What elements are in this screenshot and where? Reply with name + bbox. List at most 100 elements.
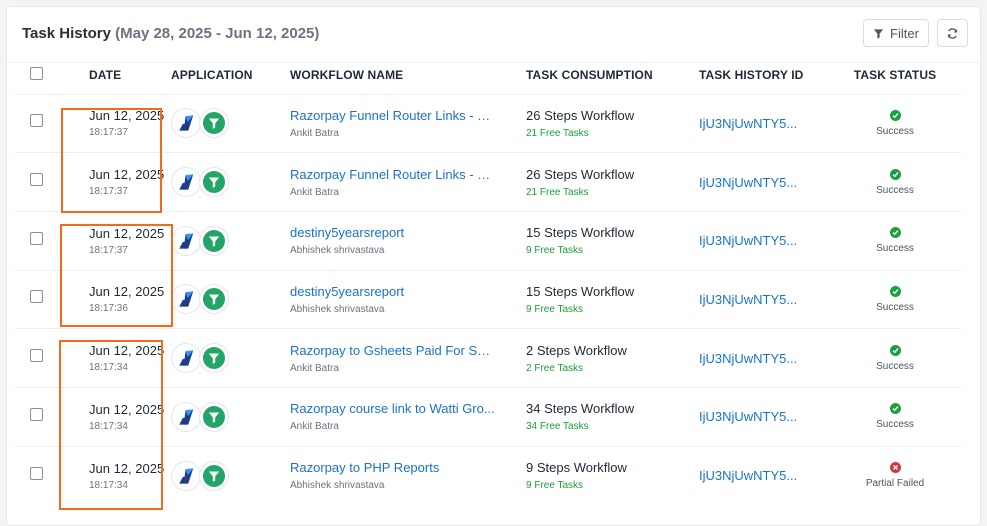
steps-text: 15 Steps Workflow (526, 283, 635, 299)
table-row[interactable]: Jun 12, 2025 18:17:34 Razorpay to PHP Re… (15, 445, 961, 505)
row-checkbox-cell (15, 386, 52, 447)
date-cell: Jun 12, 2025 18:17:34 (52, 445, 171, 505)
workflow-cell: destiny5yearsreport Abhishek shrivastava (290, 210, 526, 271)
col-header-date[interactable]: DATE (52, 56, 171, 94)
status-badge: Success (829, 109, 961, 137)
date-text: Jun 12, 2025 (89, 343, 165, 359)
status-badge: Success (829, 403, 961, 430)
steps-text: 34 Steps Workflow (526, 401, 635, 417)
col-header-task-consumption[interactable]: TASK CONSUMPTION (526, 56, 699, 94)
workflow-name-link[interactable]: destiny5yearsreport (290, 284, 495, 299)
workflow-cell: Razorpay to PHP Reports Abhishek shrivas… (290, 445, 526, 505)
row-checkbox[interactable] (30, 349, 43, 363)
free-tasks-text: 9 Free Tasks (526, 245, 584, 257)
status-text: Success (876, 419, 914, 431)
table-row[interactable]: Jun 12, 2025 18:17:34 Razorpay course li… (15, 386, 961, 447)
task-history-id-link[interactable]: IjU3NjUwNTY5... (699, 116, 829, 131)
task-consumption-cell: 26 Steps Workflow 21 Free Tasks (526, 152, 699, 212)
check-circle-icon (889, 344, 901, 356)
task-history-id-cell: IjU3NjUwNTY5... (699, 93, 829, 153)
time-text: 18:17:36 (89, 303, 128, 315)
title-text: Task History (22, 25, 111, 42)
table-row[interactable]: Jun 12, 2025 18:17:37 Razorpay Funnel Ro… (15, 152, 961, 212)
time-text: 18:17:34 (89, 479, 128, 491)
workflow-name-link[interactable]: destiny5yearsreport (290, 225, 495, 240)
table-row[interactable]: Jun 12, 2025 18:17:36 destiny5yearsrepor… (15, 269, 961, 329)
col-header-application[interactable]: APPLICATION (171, 56, 290, 94)
filter-app-icon (199, 343, 229, 374)
status-badge: Success (829, 227, 961, 254)
workflow-name-link[interactable]: Razorpay course link to Watti Gro... (290, 401, 495, 416)
time-text: 18:17:34 (89, 362, 128, 374)
application-cell (171, 445, 290, 505)
row-checkbox-cell (15, 93, 52, 153)
application-cell (171, 210, 290, 271)
task-history-id-link[interactable]: IjU3NjUwNTY5... (699, 292, 829, 307)
workflow-name-link[interactable]: Razorpay to Gsheets Paid For Sho... (290, 343, 495, 358)
free-tasks-text: 34 Free Tasks (526, 421, 589, 433)
row-checkbox[interactable] (30, 114, 43, 128)
steps-text: 2 Steps Workflow (526, 342, 627, 358)
workflow-owner: Ankit Batra (290, 362, 339, 374)
row-checkbox[interactable] (30, 466, 43, 480)
task-status-cell: Success (829, 152, 961, 212)
table-row[interactable]: Jun 12, 2025 18:17:37 Razorpay Funnel Ro… (15, 93, 961, 153)
application-icons (171, 343, 290, 374)
check-circle-icon (889, 168, 901, 180)
task-history-id-link[interactable]: IjU3NjUwNTY5... (699, 468, 829, 483)
filter-icon (873, 28, 884, 39)
date-text: Jun 12, 2025 (89, 225, 165, 241)
filter-button[interactable]: Filter (863, 19, 929, 47)
row-checkbox[interactable] (30, 290, 43, 304)
refresh-button[interactable] (937, 19, 968, 47)
row-checkbox-cell (15, 445, 52, 505)
date-text: Jun 12, 2025 (89, 460, 165, 476)
table-row[interactable]: Jun 12, 2025 18:17:34 Razorpay to Gsheet… (15, 328, 961, 388)
date-text: Jun 12, 2025 (89, 108, 165, 124)
status-text: Success (876, 243, 914, 255)
application-icons (171, 108, 290, 139)
task-history-id-link[interactable]: IjU3NjUwNTY5... (699, 175, 829, 190)
row-checkbox[interactable] (30, 407, 43, 421)
razorpay-icon (171, 343, 201, 374)
date-cell: Jun 12, 2025 18:17:34 (52, 328, 171, 388)
steps-text: 9 Steps Workflow (526, 460, 627, 476)
workflow-name-link[interactable]: Razorpay Funnel Router Links - Ge... (290, 167, 495, 182)
col-header-task-history-id[interactable]: TASK HISTORY ID (699, 56, 829, 94)
select-all-checkbox[interactable] (30, 66, 43, 80)
workflow-cell: Razorpay to Gsheets Paid For Sho... Anki… (290, 328, 526, 388)
check-circle-icon (889, 109, 901, 121)
application-cell (171, 152, 290, 212)
table-header-row: DATE APPLICATION WORKFLOW NAME TASK CONS… (15, 56, 961, 94)
task-history-id-link[interactable]: IjU3NjUwNTY5... (699, 409, 829, 424)
task-history-id-cell: IjU3NjUwNTY5... (699, 328, 829, 388)
row-checkbox[interactable] (30, 173, 43, 187)
task-consumption-cell: 2 Steps Workflow 2 Free Tasks (526, 328, 699, 388)
task-status-cell: Success (829, 269, 961, 329)
steps-text: 15 Steps Workflow (526, 225, 635, 241)
task-status-cell: Success (829, 93, 961, 153)
status-badge: Success (829, 344, 961, 372)
row-checkbox-cell (15, 269, 52, 329)
task-history-table: DATE APPLICATION WORKFLOW NAME TASK CONS… (15, 56, 961, 505)
col-header-workflow-name[interactable]: WORKFLOW NAME (290, 56, 526, 94)
workflow-name-link[interactable]: Razorpay to PHP Reports (290, 460, 495, 475)
date-cell: Jun 12, 2025 18:17:34 (52, 386, 171, 447)
task-history-id-cell: IjU3NjUwNTY5... (699, 386, 829, 447)
task-history-id-cell: IjU3NjUwNTY5... (699, 152, 829, 212)
workflow-name-link[interactable]: Razorpay Funnel Router Links - Ge... (290, 108, 495, 123)
filter-app-icon (199, 284, 229, 315)
table-row[interactable]: Jun 12, 2025 18:17:37 destiny5yearsrepor… (15, 210, 961, 271)
task-consumption-cell: 26 Steps Workflow 21 Free Tasks (526, 93, 699, 153)
date-cell: Jun 12, 2025 18:17:37 (52, 210, 171, 271)
workflow-owner: Abhishek shrivastava (290, 245, 385, 257)
select-all-cell (15, 56, 52, 94)
row-checkbox[interactable] (30, 231, 43, 245)
application-cell (171, 93, 290, 153)
application-cell (171, 328, 290, 388)
col-header-task-status[interactable]: TASK STATUS (829, 56, 961, 94)
task-history-id-link[interactable]: IjU3NjUwNTY5... (699, 233, 829, 248)
status-text: Success (876, 184, 914, 196)
refresh-icon (946, 27, 959, 40)
task-history-id-link[interactable]: IjU3NjUwNTY5... (699, 351, 829, 366)
